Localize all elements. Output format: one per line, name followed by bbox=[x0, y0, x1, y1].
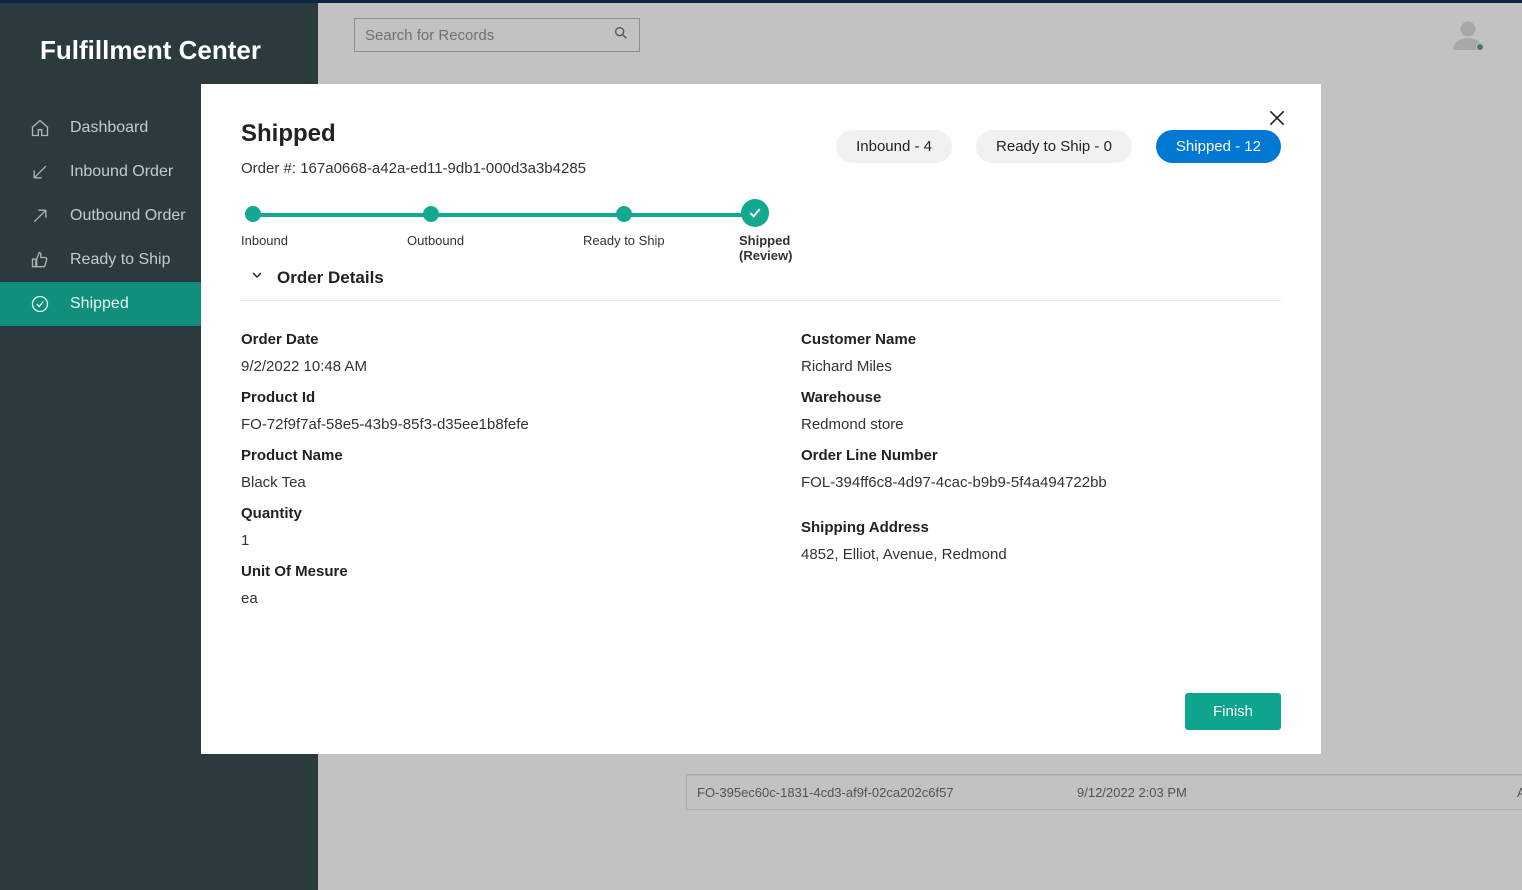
step-dot-outbound bbox=[423, 206, 439, 222]
order-date-label: Order Date bbox=[241, 331, 721, 348]
uom-label: Unit Of Mesure bbox=[241, 563, 721, 580]
progress-stepper: Inbound Outbound Ready to Ship Shipped (… bbox=[241, 205, 841, 255]
filter-pills: Inbound - 4 Ready to Ship - 0 Shipped - … bbox=[836, 130, 1281, 163]
address-label: Shipping Address bbox=[801, 519, 1281, 536]
step-label: Inbound bbox=[241, 233, 288, 248]
details-right-column: Customer Name Richard Miles Warehouse Re… bbox=[721, 317, 1281, 607]
step-label: Outbound bbox=[407, 233, 464, 248]
product-name-value: Black Tea bbox=[241, 474, 721, 491]
pill-inbound[interactable]: Inbound - 4 bbox=[836, 130, 952, 163]
step-label: Shipped (Review) bbox=[739, 233, 841, 263]
arrow-up-right-icon bbox=[28, 204, 52, 228]
arrow-down-left-icon bbox=[28, 160, 52, 184]
warehouse-value: Redmond store bbox=[801, 416, 1281, 433]
step-check-shipped bbox=[741, 199, 769, 227]
home-icon bbox=[28, 116, 52, 140]
oln-value: FOL-394ff6c8-4d97-4cac-b9b9-5f4a494722bb bbox=[801, 474, 1281, 491]
order-details-toggle[interactable]: Order Details bbox=[241, 267, 1281, 301]
close-icon[interactable] bbox=[1267, 108, 1291, 132]
check-circle-icon bbox=[28, 292, 52, 316]
step-dot-inbound bbox=[245, 206, 261, 222]
sidebar-item-label: Shipped bbox=[70, 295, 129, 313]
warehouse-label: Warehouse bbox=[801, 389, 1281, 406]
pill-shipped[interactable]: Shipped - 12 bbox=[1156, 130, 1281, 163]
details-left-column: Order Date 9/2/2022 10:48 AM Product Id … bbox=[241, 317, 721, 607]
address-value: 4852, Elliot, Avenue, Redmond bbox=[801, 546, 1281, 563]
step-label: Ready to Ship bbox=[583, 233, 665, 248]
product-id-value: FO-72f9f7af-58e5-43b9-85f3-d35ee1b8fefe bbox=[241, 416, 721, 433]
uom-value: ea bbox=[241, 590, 721, 607]
chevron-down-icon bbox=[249, 267, 265, 288]
order-date-value: 9/2/2022 10:48 AM bbox=[241, 358, 721, 375]
quantity-value: 1 bbox=[241, 532, 721, 549]
order-number: Order #: 167a0668-a42a-ed11-9db1-000d3a3… bbox=[241, 160, 586, 177]
app-title: Fulfillment Center bbox=[0, 3, 318, 66]
product-id-label: Product Id bbox=[241, 389, 721, 406]
details-title: Order Details bbox=[277, 268, 384, 288]
oln-label: Order Line Number bbox=[801, 447, 1281, 464]
pill-ready[interactable]: Ready to Ship - 0 bbox=[976, 130, 1132, 163]
modal-title: Shipped bbox=[241, 120, 586, 148]
customer-value: Richard Miles bbox=[801, 358, 1281, 375]
sidebar-item-label: Dashboard bbox=[70, 119, 148, 137]
finish-button[interactable]: Finish bbox=[1185, 693, 1281, 730]
thumbs-up-icon bbox=[28, 248, 52, 272]
sidebar-item-label: Ready to Ship bbox=[70, 251, 171, 269]
product-name-label: Product Name bbox=[241, 447, 721, 464]
sidebar-item-label: Outbound Order bbox=[70, 207, 186, 225]
step-dot-ready bbox=[616, 206, 632, 222]
customer-label: Customer Name bbox=[801, 331, 1281, 348]
modal: Shipped Order #: 167a0668-a42a-ed11-9db1… bbox=[201, 84, 1321, 754]
quantity-label: Quantity bbox=[241, 505, 721, 522]
sidebar-item-label: Inbound Order bbox=[70, 163, 173, 181]
